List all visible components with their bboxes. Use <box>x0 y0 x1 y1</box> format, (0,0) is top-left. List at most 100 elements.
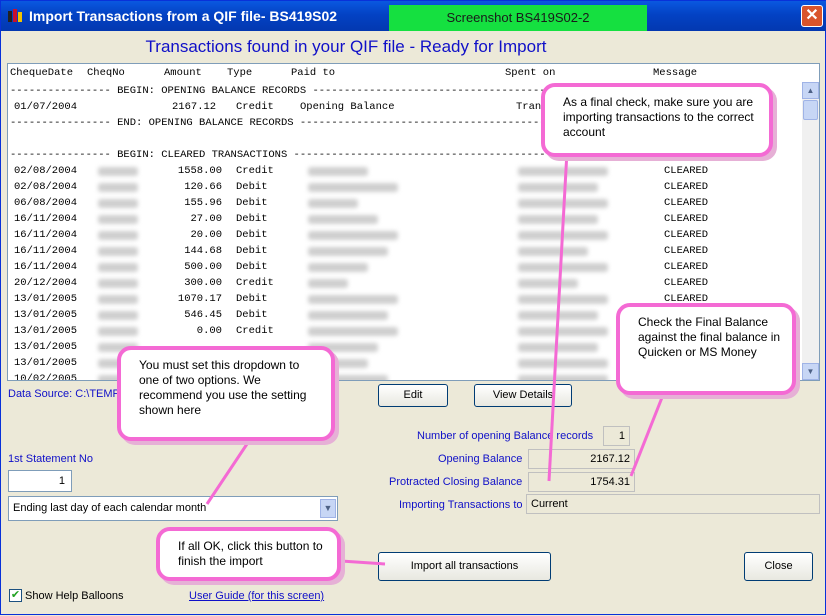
table-row[interactable]: 02/08/2004 1558.00 Credit CLEARED <box>8 163 803 179</box>
cell-amount: 1070.17 <box>177 293 222 305</box>
scroll-thumb[interactable] <box>803 100 818 120</box>
cell-amount: 0.00 <box>196 325 222 337</box>
title-bar[interactable]: Import Transactions from a QIF file- BS4… <box>1 1 826 31</box>
opening-count-label: Number of opening Balance records <box>417 430 594 442</box>
cell-paid-to: Opening Balance <box>300 101 395 113</box>
scroll-down-icon[interactable]: ▼ <box>802 363 819 380</box>
table-row[interactable]: 20/12/2004 300.00 Credit CLEARED <box>8 275 803 291</box>
cell-amount: 27.00 <box>190 213 222 225</box>
user-guide-link[interactable]: User Guide (for this screen) <box>189 590 324 602</box>
show-help-label: Show Help Balloons <box>25 590 124 602</box>
redacted-text <box>98 215 138 224</box>
redacted-text <box>518 215 598 224</box>
redacted-text <box>308 295 398 304</box>
vertical-scrollbar[interactable]: ▲ ▼ <box>802 82 819 380</box>
redacted-text <box>308 311 388 320</box>
redacted-text <box>308 231 398 240</box>
redacted-text <box>518 247 588 256</box>
cell-amount: 2167.12 <box>172 101 217 113</box>
redacted-text <box>98 247 138 256</box>
redacted-text <box>98 199 138 208</box>
cell-date: 13/01/2005 <box>14 325 78 337</box>
cell-date: 10/02/2005 <box>14 373 78 381</box>
col-paid-to: Paid to <box>291 67 336 79</box>
cell-type: Credit <box>236 325 274 337</box>
table-row[interactable]: 16/11/2004 27.00 Debit CLEARED <box>8 211 803 227</box>
close-icon[interactable]: ✕ <box>801 5 823 27</box>
show-help-checkbox[interactable]: ✔ <box>9 589 22 602</box>
window-title: Import Transactions from a QIF file- BS4… <box>29 8 338 24</box>
redacted-text <box>518 199 608 208</box>
opening-balance-label: Opening Balance <box>438 453 523 465</box>
page-heading: Transactions found in your QIF file - Re… <box>145 37 547 56</box>
redacted-text <box>518 183 598 192</box>
cell-type: Credit <box>236 277 274 289</box>
data-source-label: Data Source: C:\TEMP <box>8 388 120 400</box>
opening-count-value: 1 <box>603 426 630 446</box>
cell-amount: 144.68 <box>184 245 222 257</box>
col-message: Message <box>653 67 698 79</box>
table-row[interactable]: 06/08/2004 155.96 Debit CLEARED <box>8 195 803 211</box>
cell-amount: 155.96 <box>184 197 222 209</box>
redacted-text <box>98 279 138 288</box>
dropdown-balloon: You must set this dropdown to one of two… <box>117 346 335 441</box>
table-row[interactable]: 16/11/2004 500.00 Debit CLEARED <box>8 259 803 275</box>
cell-type: Debit <box>236 309 268 321</box>
screenshot-badge: Screenshot BS419S02-2 <box>389 5 647 31</box>
closing-balance-label: Protracted Closing Balance <box>389 476 523 488</box>
edit-button[interactable]: Edit <box>378 384 448 407</box>
period-dropdown[interactable]: Ending last day of each calendar month ▼ <box>8 496 338 521</box>
view-details-button[interactable]: View Details <box>474 384 572 407</box>
cell-amount: 20.00 <box>190 229 222 241</box>
redacted-text <box>518 311 598 320</box>
balance-check-balloon: Check the Final Balance against the fina… <box>616 303 796 395</box>
cell-type: Credit <box>236 101 274 113</box>
redacted-text <box>308 183 398 192</box>
redacted-text <box>518 279 578 288</box>
cell-amount: 300.00 <box>184 277 222 289</box>
period-selected-value: Ending last day of each calendar month <box>13 502 207 514</box>
redacted-text <box>308 167 368 176</box>
redacted-text <box>518 263 608 272</box>
cell-amount: 546.45 <box>184 309 222 321</box>
col-cheque-date: ChequeDate <box>10 67 74 79</box>
redacted-text <box>308 247 388 256</box>
cell-message: CLEARED <box>664 197 709 209</box>
statement-number-input[interactable]: 1 <box>8 470 72 492</box>
column-headers: ChequeDate CheqNo Amount Type Paid to Sp… <box>8 64 803 82</box>
cell-date: 02/08/2004 <box>14 165 78 177</box>
cell-amount: 500.00 <box>184 261 222 273</box>
cell-type: Debit <box>236 293 268 305</box>
cell-message: CLEARED <box>664 277 709 289</box>
cell-type: Credit <box>236 165 274 177</box>
redacted-text <box>308 327 398 336</box>
scroll-up-icon[interactable]: ▲ <box>802 82 819 99</box>
cell-message: CLEARED <box>664 261 709 273</box>
redacted-text <box>98 263 138 272</box>
table-row[interactable]: 16/11/2004 144.68 Debit CLEARED <box>8 243 803 259</box>
table-row[interactable]: 02/08/2004 120.66 Debit CLEARED <box>8 179 803 195</box>
chevron-down-icon[interactable]: ▼ <box>320 499 336 518</box>
col-spent-on: Spent on <box>505 67 556 79</box>
cell-message: CLEARED <box>664 181 709 193</box>
redacted-text <box>98 231 138 240</box>
redacted-text <box>308 263 368 272</box>
cell-message: CLEARED <box>664 229 709 241</box>
cell-message: CLEARED <box>664 213 709 225</box>
cell-spent-on: Tran <box>516 101 542 113</box>
cell-date: 13/01/2005 <box>14 309 78 321</box>
redacted-text <box>518 343 598 352</box>
redacted-text <box>518 359 608 368</box>
redacted-text <box>308 279 348 288</box>
redacted-text <box>518 231 608 240</box>
importing-to-value: Current <box>526 494 820 514</box>
cell-message: CLEARED <box>664 245 709 257</box>
col-amount: Amount <box>164 67 202 79</box>
final-check-balloon: As a final check, make sure you are impo… <box>541 83 773 157</box>
import-all-button[interactable]: Import all transactions <box>378 552 551 581</box>
table-row[interactable]: 16/11/2004 20.00 Debit CLEARED <box>8 227 803 243</box>
close-button[interactable]: Close <box>744 552 813 581</box>
redacted-text <box>98 311 138 320</box>
redacted-text <box>98 327 138 336</box>
cell-type: Debit <box>236 197 268 209</box>
